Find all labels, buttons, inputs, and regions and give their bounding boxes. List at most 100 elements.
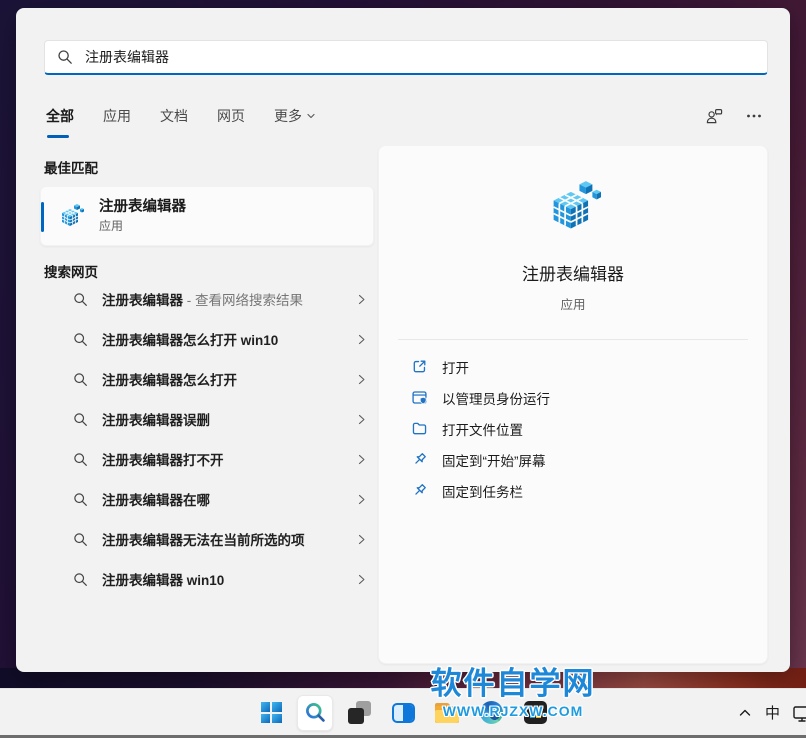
best-match-app-type: 应用 <box>99 219 124 234</box>
edge-icon <box>479 701 503 724</box>
taskbar-center-icons <box>253 689 553 736</box>
more-options-icon[interactable] <box>746 108 762 124</box>
search-icon <box>73 572 88 587</box>
action-row[interactable]: 固定到任务栏 <box>411 475 767 506</box>
search-icon <box>73 332 88 347</box>
details-pane: 注册表编辑器 应用 打开 以管理员身份运行 打开文件位置 固定到“开始”屏幕 固… <box>378 145 768 664</box>
search-box[interactable] <box>44 40 768 75</box>
action-list: 打开 以管理员身份运行 打开文件位置 固定到“开始”屏幕 固定到任务栏 <box>379 351 767 506</box>
network-display-icon[interactable] <box>792 702 806 724</box>
chevron-right-icon <box>355 533 368 546</box>
best-match-result[interactable]: 注册表编辑器 应用 <box>40 186 374 246</box>
search-filter-tabs: 全部 应用 文档 网页 更多 <box>44 104 318 138</box>
tab-label: 全部 <box>46 108 74 124</box>
tab-label: 应用 <box>103 108 131 124</box>
search-input[interactable] <box>85 49 755 65</box>
action-label: 打开 <box>442 360 469 376</box>
run-as-admin-icon <box>411 389 428 406</box>
web-suggestion-row[interactable]: 注册表编辑器无法在当前所选的项 <box>40 519 374 559</box>
chevron-right-icon <box>355 373 368 386</box>
search-icon <box>57 49 73 65</box>
web-suggestion-row[interactable]: 注册表编辑器怎么打开 win10 <box>40 319 374 359</box>
microsoft-app-button[interactable] <box>517 695 553 731</box>
task-view-icon <box>347 701 371 724</box>
chevron-right-icon <box>355 293 368 306</box>
taskbar: 中 <box>0 688 806 735</box>
tab-label: 网页 <box>217 108 245 124</box>
microsoft-app-icon <box>523 701 547 724</box>
action-label: 固定到任务栏 <box>442 484 523 500</box>
web-suggestion-row[interactable]: 注册表编辑器打不开 <box>40 439 374 479</box>
best-match-header: 最佳匹配 <box>44 161 98 176</box>
action-row[interactable]: 打开 <box>411 351 767 382</box>
selection-accent-bar <box>41 202 44 232</box>
suggestion-text: 注册表编辑器怎么打开 win10 <box>102 333 279 348</box>
chevron-right-icon <box>355 413 368 426</box>
suggestion-text: 注册表编辑器 win10 <box>102 573 225 588</box>
search-icon <box>73 452 88 467</box>
suggestion-text: 注册表编辑器怎么打开 <box>102 373 237 388</box>
task-view-button[interactable] <box>341 695 377 731</box>
search-gradient-icon <box>305 703 325 722</box>
action-label: 以管理员身份运行 <box>442 391 550 407</box>
web-suggestion-row[interactable]: 注册表编辑器怎么打开 <box>40 359 374 399</box>
tab-label: 文档 <box>160 108 188 124</box>
edge-button[interactable] <box>473 695 509 731</box>
search-icon <box>73 492 88 507</box>
suggestion-text: 注册表编辑器 - 查看网络搜索结果 <box>102 293 303 308</box>
windows-search-screen: 全部 应用 文档 网页 更多 <box>0 0 806 738</box>
file-explorer-icon <box>435 702 459 723</box>
start-button[interactable] <box>253 695 289 731</box>
action-row[interactable]: 打开文件位置 <box>411 413 767 444</box>
widgets-icon <box>391 702 415 723</box>
tab-label: 更多 <box>274 108 302 124</box>
tab-更多[interactable]: 更多 <box>272 104 318 138</box>
windows-logo-icon <box>260 702 282 723</box>
search-icon <box>73 292 88 307</box>
header-icons <box>704 106 762 126</box>
web-suggestion-row[interactable]: 注册表编辑器误删 <box>40 399 374 439</box>
pin-to-start-icon <box>411 451 428 468</box>
suggestion-suffix: - 查看网络搜索结果 <box>183 293 303 308</box>
action-label: 打开文件位置 <box>442 422 523 438</box>
web-suggestion-row[interactable]: 注册表编辑器 win10 <box>40 559 374 599</box>
tab-应用[interactable]: 应用 <box>101 104 133 138</box>
chevron-right-icon <box>355 493 368 506</box>
action-label: 固定到“开始”屏幕 <box>442 453 546 469</box>
suggestion-text: 注册表编辑器误删 <box>102 413 210 428</box>
best-match-app-name: 注册表编辑器 <box>99 198 186 215</box>
chevron-right-icon <box>355 333 368 346</box>
tab-文档[interactable]: 文档 <box>158 104 190 138</box>
search-icon <box>73 372 88 387</box>
registry-editor-icon <box>58 203 84 229</box>
widgets-button[interactable] <box>385 695 421 731</box>
details-app-type: 应用 <box>560 298 586 312</box>
web-suggestions-list: 注册表编辑器 - 查看网络搜索结果 注册表编辑器怎么打开 win10 注册表编辑… <box>40 279 374 599</box>
registry-editor-icon-large <box>545 179 601 235</box>
file-explorer-button[interactable] <box>429 695 465 731</box>
suggestion-text: 注册表编辑器无法在当前所选的项 <box>102 533 305 548</box>
pin-to-taskbar-icon <box>411 482 428 499</box>
search-icon <box>73 532 88 547</box>
search-taskbar-button[interactable] <box>297 694 333 731</box>
system-tray: 中 <box>737 689 806 736</box>
web-suggestion-row[interactable]: 注册表编辑器 - 查看网络搜索结果 <box>40 279 374 319</box>
divider <box>398 339 748 340</box>
details-app-name: 注册表编辑器 <box>522 265 624 284</box>
action-row[interactable]: 以管理员身份运行 <box>411 382 767 413</box>
feedback-account-icon[interactable] <box>704 106 724 126</box>
web-suggestion-row[interactable]: 注册表编辑器在哪 <box>40 479 374 519</box>
open-file-location-icon <box>411 420 428 437</box>
tab-网页[interactable]: 网页 <box>215 104 247 138</box>
tray-chevron-up-icon[interactable] <box>737 705 753 721</box>
chevron-down-icon <box>307 113 315 119</box>
search-flyout-panel: 全部 应用 文档 网页 更多 <box>16 8 790 672</box>
web-search-header: 搜索网页 <box>44 265 98 280</box>
action-row[interactable]: 固定到“开始”屏幕 <box>411 444 767 475</box>
ime-indicator[interactable]: 中 <box>765 702 780 723</box>
chevron-right-icon <box>355 453 368 466</box>
suggestion-text: 注册表编辑器在哪 <box>102 493 210 508</box>
tab-全部[interactable]: 全部 <box>44 104 76 138</box>
suggestion-text: 注册表编辑器打不开 <box>102 453 224 468</box>
search-icon <box>73 412 88 427</box>
